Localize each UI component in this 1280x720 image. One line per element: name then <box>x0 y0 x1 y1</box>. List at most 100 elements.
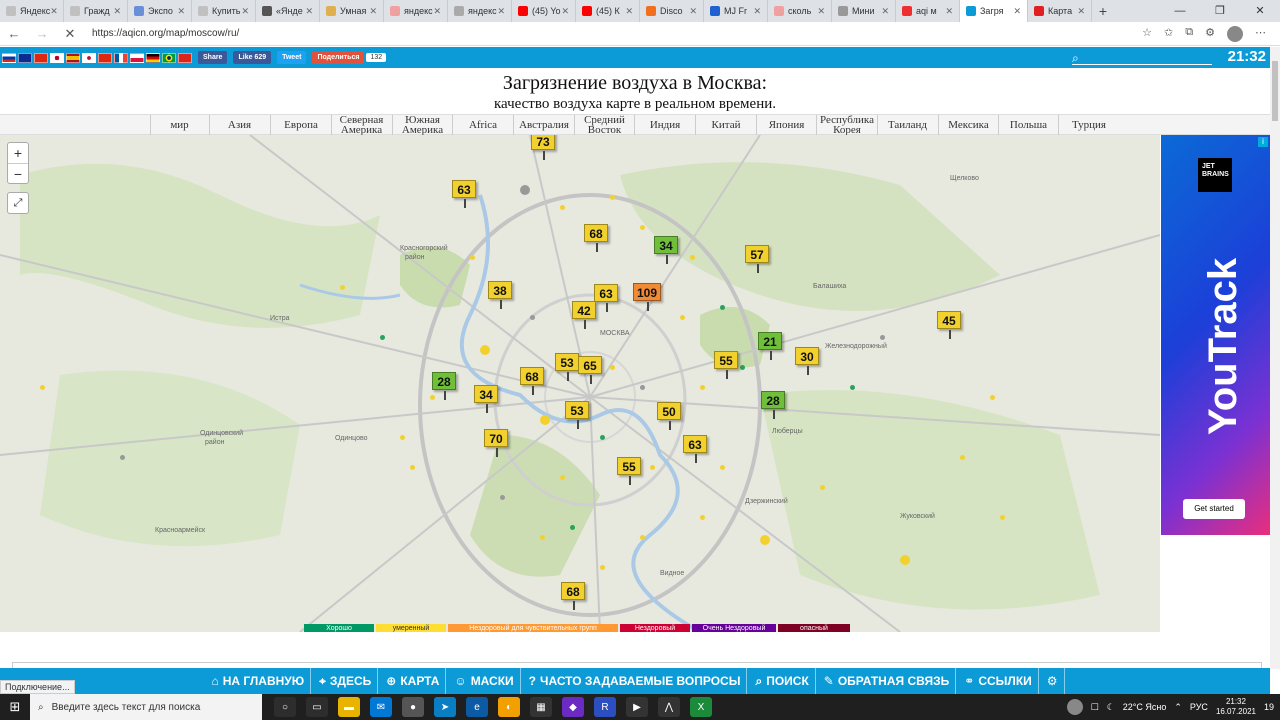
taskbar-clock[interactable]: 21:32 16.07.2021 <box>1216 697 1256 717</box>
aqi-station-marker[interactable]: 63 <box>683 435 707 463</box>
minor-station-dot[interactable] <box>900 555 910 565</box>
minor-station-dot[interactable] <box>880 335 885 340</box>
settings-gear-icon[interactable]: ⚙ <box>1041 668 1065 694</box>
minor-station-dot[interactable] <box>600 435 605 440</box>
excel-icon[interactable]: X <box>690 697 712 717</box>
minor-station-dot[interactable] <box>470 255 475 260</box>
flag-hk-icon[interactable] <box>98 52 112 63</box>
telegram-icon[interactable]: ➤ <box>434 697 456 717</box>
mail-icon[interactable]: ✉ <box>370 697 392 717</box>
taskbar-search-input[interactable]: ⌕ Введите здесь текст для поиска <box>30 694 262 720</box>
air-quality-map[interactable]: Красногорский район МОСКВА Балашиха Желез… <box>0 135 1160 632</box>
aqi-station-marker[interactable]: 30 <box>795 347 819 375</box>
aqi-station-marker[interactable]: 34 <box>654 236 678 264</box>
browser-tab[interactable]: яндекс ✕ <box>448 0 512 22</box>
minor-station-dot[interactable] <box>610 365 615 370</box>
aqi-station-marker[interactable]: 55 <box>617 457 641 485</box>
minor-station-dot[interactable] <box>480 345 490 355</box>
aqi-station-marker[interactable]: 109 <box>633 283 662 311</box>
minor-station-dot[interactable] <box>610 195 615 200</box>
flag-vn-icon[interactable] <box>178 52 192 63</box>
aqi-station-marker[interactable]: 42 <box>572 301 596 329</box>
minor-station-dot[interactable] <box>820 485 825 490</box>
flag-ru-icon[interactable] <box>2 52 16 63</box>
minor-station-dot[interactable] <box>720 465 725 470</box>
tab-close-icon[interactable]: ✕ <box>561 6 569 17</box>
browser-tab[interactable]: Яндекс ✕ <box>0 0 64 22</box>
tab-close-icon[interactable]: ✕ <box>305 6 313 17</box>
minor-station-dot[interactable] <box>740 365 745 370</box>
ok-share-button[interactable]: Поделиться <box>312 51 365 64</box>
aqi-station-marker[interactable]: 68 <box>561 582 585 610</box>
zoom-out-button[interactable]: − <box>8 163 28 183</box>
minor-station-dot[interactable] <box>410 465 415 470</box>
aqi-station-marker[interactable]: 68 <box>520 367 544 395</box>
bottom-nav-item[interactable]: ? ЧАСТО ЗАДАВАЕМЫЕ ВОПРОСЫ <box>523 668 748 694</box>
minor-station-dot[interactable] <box>560 475 565 480</box>
edge-icon[interactable]: e <box>466 697 488 717</box>
browser-tab[interactable]: MJ Fr ✕ <box>704 0 768 22</box>
store-icon[interactable]: ▦ <box>530 697 552 717</box>
region-link[interactable]: Турция <box>1058 115 1119 135</box>
minor-station-dot[interactable] <box>640 225 645 230</box>
flag-es-icon[interactable] <box>66 52 80 63</box>
bottom-nav-item[interactable]: ⌖ ЗДЕСЬ <box>313 668 379 694</box>
app-a-icon[interactable]: ⋀ <box>658 697 680 717</box>
minor-station-dot[interactable] <box>400 435 405 440</box>
region-link[interactable]: Польша <box>998 115 1058 135</box>
aqi-station-marker[interactable]: 63 <box>594 284 618 312</box>
minor-station-dot[interactable] <box>340 285 345 290</box>
tab-close-icon[interactable]: ✕ <box>625 6 633 17</box>
zoom-in-button[interactable]: + <box>8 143 28 163</box>
tab-close-icon[interactable]: ✕ <box>50 6 58 17</box>
url-field[interactable]: https://aqicn.org/map/moscow/ru/ <box>92 28 1142 39</box>
aqi-station-marker[interactable]: 68 <box>584 224 608 252</box>
region-link[interactable]: мир <box>150 115 208 135</box>
weather-text[interactable]: 22°C Ясно <box>1123 702 1167 712</box>
close-window-button[interactable]: ✕ <box>1240 0 1280 22</box>
ad-choices-icon[interactable]: i <box>1258 137 1268 147</box>
region-link[interactable]: Китай <box>695 115 756 135</box>
bottom-nav-item[interactable]: ✎ ОБРАТНАЯ СВЯЗЬ <box>818 668 957 694</box>
minor-station-dot[interactable] <box>500 495 505 500</box>
bottom-nav-item[interactable]: ☺ МАСКИ <box>448 668 521 694</box>
aqi-station-marker[interactable]: 73 <box>531 135 555 160</box>
region-link[interactable]: Средний Восток <box>574 115 634 136</box>
browser-tab[interactable]: Карта ✕ <box>1028 0 1092 22</box>
aqi-station-marker[interactable]: 34 <box>474 385 498 413</box>
minor-station-dot[interactable] <box>850 385 855 390</box>
fullscreen-button[interactable]: ⤢ <box>7 192 29 214</box>
minor-station-dot[interactable] <box>640 385 645 390</box>
region-link[interactable]: Европа <box>270 115 331 135</box>
tab-close-icon[interactable]: ✕ <box>113 6 121 17</box>
browser-tab[interactable]: Купить ✕ <box>192 0 256 22</box>
bookmark-star-icon[interactable]: ☆ <box>1142 26 1152 42</box>
network-icon[interactable]: ☐ <box>1091 702 1099 713</box>
tab-close-icon[interactable]: ✕ <box>497 6 505 17</box>
region-link[interactable]: Индия <box>634 115 695 135</box>
tab-close-icon[interactable]: ✕ <box>177 6 185 17</box>
browser-tab[interactable]: яндекс ✕ <box>384 0 448 22</box>
minor-station-dot[interactable] <box>700 515 705 520</box>
minor-station-dot[interactable] <box>540 535 545 540</box>
file-explorer-icon[interactable]: ▬ <box>338 697 360 717</box>
aqi-station-marker[interactable]: 21 <box>758 332 782 360</box>
minor-station-dot[interactable] <box>650 465 655 470</box>
minor-station-dot[interactable] <box>760 535 770 545</box>
browser-tab[interactable]: сколь ✕ <box>768 0 832 22</box>
flag-uk-icon[interactable] <box>18 52 32 63</box>
favorites-icon[interactable]: ✩ <box>1164 26 1173 42</box>
tab-close-icon[interactable]: ✕ <box>433 6 441 17</box>
tab-close-icon[interactable]: ✕ <box>817 6 825 17</box>
browser-tab[interactable]: Мини ✕ <box>832 0 896 22</box>
aqi-station-marker[interactable]: 50 <box>657 402 681 430</box>
bottom-nav-item[interactable]: ⌕ ПОИСК <box>749 668 816 694</box>
scrollbar-thumb[interactable] <box>1272 61 1278 121</box>
task-view-icon[interactable]: ▭ <box>306 697 328 717</box>
aqi-station-marker[interactable]: 38 <box>488 281 512 309</box>
collections-icon[interactable]: ⧉ <box>1185 26 1193 42</box>
user-avatar[interactable] <box>1066 699 1083 715</box>
browser-tab[interactable]: (45) К ✕ <box>576 0 640 22</box>
minor-station-dot[interactable] <box>540 415 550 425</box>
region-link[interactable]: Africa <box>452 115 513 135</box>
